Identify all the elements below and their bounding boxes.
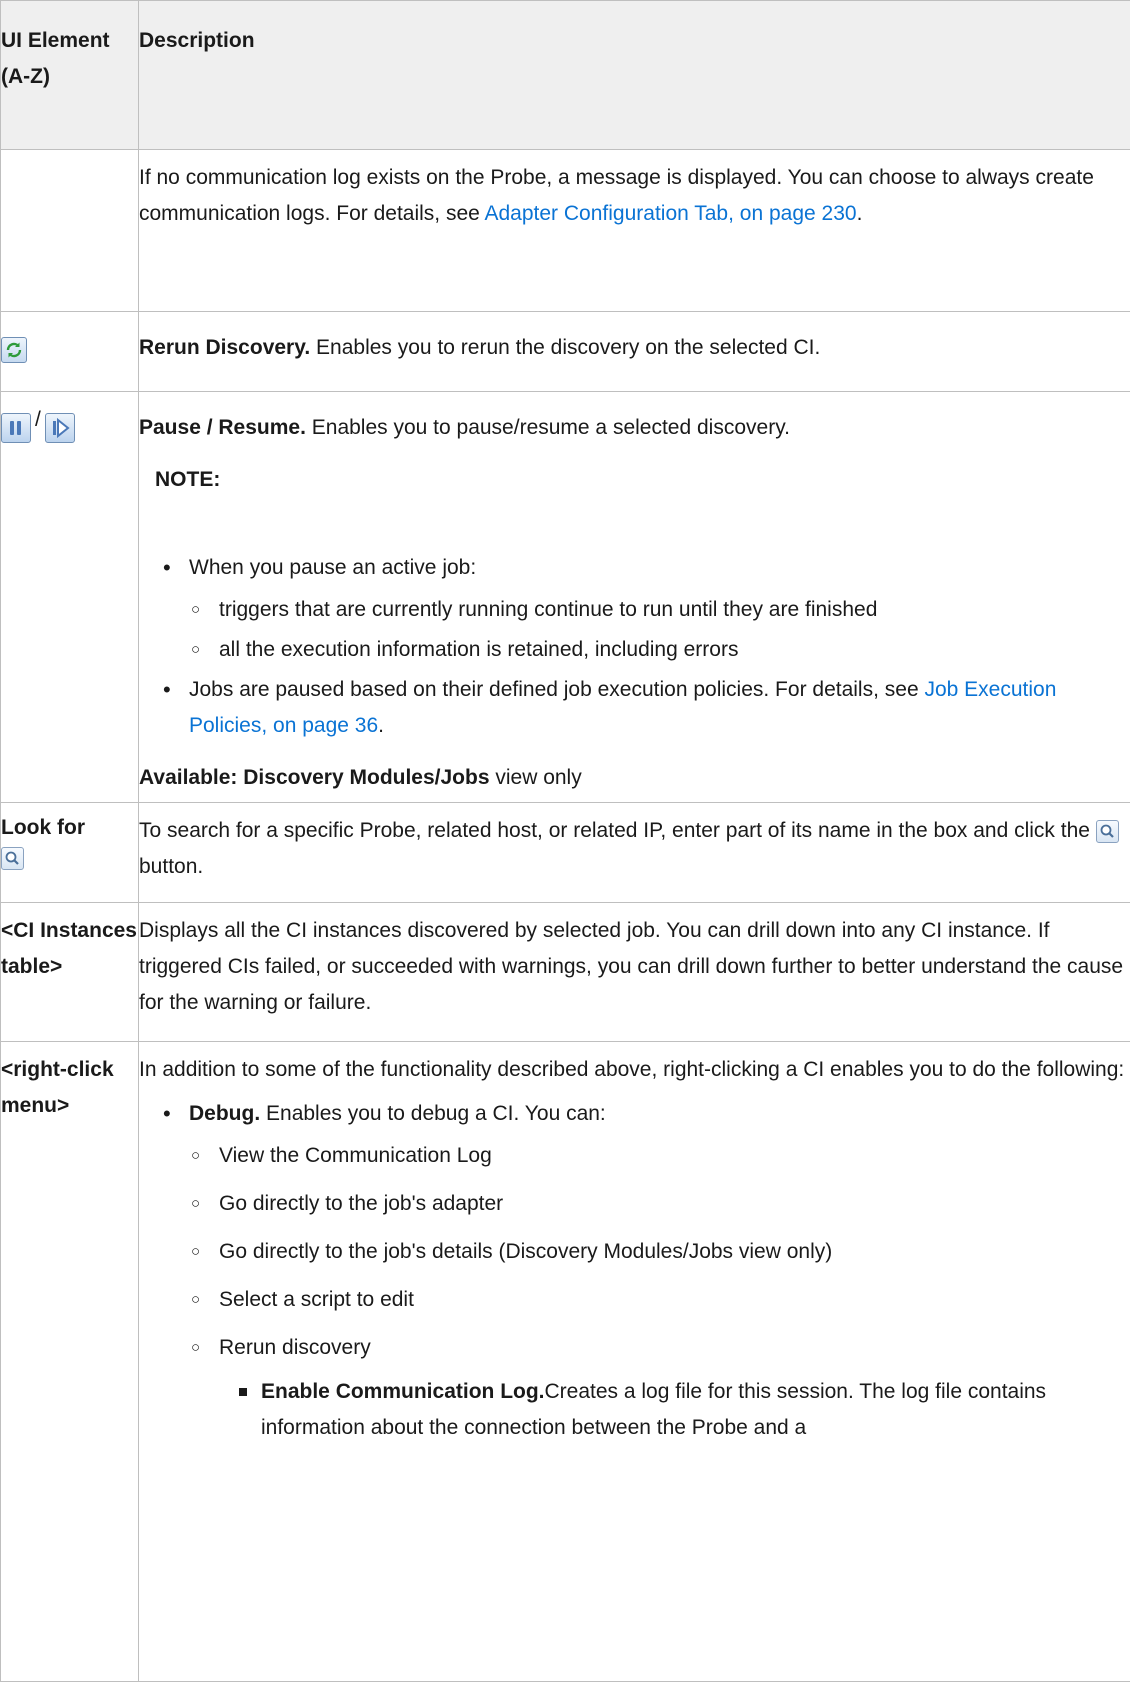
list-item-text: all the execution information is retaine… [219, 638, 738, 661]
search-icon [1, 847, 24, 870]
list-item-text: Go directly to the job's adapter [219, 1192, 503, 1215]
table-row: If no communication log exists on the Pr… [1, 150, 1130, 312]
list-item: triggers that are currently running cont… [189, 592, 1130, 628]
pause-title: Pause / Resume. [139, 416, 306, 439]
list-item: Jobs are paused based on their defined j… [139, 672, 1130, 744]
table-row: Look for To search for a specific Probe,… [1, 803, 1130, 903]
list-item: Go directly to the job's details (Discov… [189, 1234, 1130, 1270]
right-click-menu-label: <right-click menu> [1, 1058, 114, 1117]
pause-icon [1, 413, 31, 443]
rerun-title: Rerun Discovery. [139, 336, 310, 359]
table-row: <right-click menu> In addition to some o… [1, 1042, 1130, 1682]
element-cell: / [1, 392, 139, 803]
description-cell: In addition to some of the functionality… [139, 1042, 1130, 1682]
list-item-text: When you pause an active job: [189, 556, 476, 579]
punctuation: . [378, 714, 384, 737]
look-for-text-end: button. [139, 855, 203, 878]
icon-separator: / [35, 408, 41, 431]
list-item-text: Jobs are paused based on their defined j… [189, 678, 924, 701]
list-item: When you pause an active job: triggers t… [139, 550, 1130, 668]
debug-text: Enables you to debug a CI. You can: [260, 1102, 606, 1125]
element-cell: <right-click menu> [1, 1042, 139, 1682]
description-cell: Rerun Discovery. Enables you to rerun th… [139, 312, 1130, 392]
element-cell [1, 312, 139, 392]
list-item: Go directly to the job's adapter [189, 1186, 1130, 1222]
search-icon [1096, 820, 1119, 843]
note-label: NOTE: [155, 468, 220, 491]
description-cell: Pause / Resume. Enables you to pause/res… [139, 392, 1130, 803]
available-rest: view only [490, 766, 582, 789]
list-item-text: Go directly to the job's details (Discov… [219, 1240, 832, 1263]
rerun-discovery-icon [1, 337, 27, 363]
table-row: / Pause / Resume. Enables you to pause/r… [1, 392, 1130, 803]
rerun-text: Enables you to rerun the discovery on th… [310, 336, 820, 359]
resume-icon [45, 413, 75, 443]
element-cell: <CI Instances table> [1, 903, 139, 1042]
debug-title: Debug. [189, 1102, 260, 1125]
description-cell: If no communication log exists on the Pr… [139, 150, 1130, 312]
table-row: <CI Instances table> Displays all the CI… [1, 903, 1130, 1042]
list-item-text: Rerun discovery [219, 1336, 371, 1359]
look-for-text: To search for a specific Probe, related … [139, 819, 1096, 842]
right-click-list: Debug. Enables you to debug a CI. You ca… [139, 1096, 1130, 1446]
ui-elements-table: UI Element (A-Z) Description If no commu… [0, 0, 1130, 1682]
list-item: Enable Communication Log.Creates a log f… [219, 1374, 1130, 1446]
description-cell: Displays all the CI instances discovered… [139, 903, 1130, 1042]
element-cell: Look for [1, 803, 139, 903]
list-item: Debug. Enables you to debug a CI. You ca… [139, 1096, 1130, 1446]
adapter-configuration-link[interactable]: Adapter Configuration Tab, on page 230 [485, 202, 857, 225]
table-header-row: UI Element (A-Z) Description [1, 1, 1130, 150]
list-item: Select a script to edit [189, 1282, 1130, 1318]
list-item: View the Communication Log [189, 1138, 1130, 1174]
punctuation: . [857, 202, 863, 225]
header-description: Description [139, 1, 1130, 150]
list-item-text: triggers that are currently running cont… [219, 598, 877, 621]
table-row: Rerun Discovery. Enables you to rerun th… [1, 312, 1130, 392]
right-click-intro: In addition to some of the functionality… [139, 1052, 1130, 1088]
look-for-label: Look for [1, 816, 85, 839]
description-cell: To search for a specific Probe, related … [139, 803, 1130, 903]
available-label: Available: Discovery Modules/Jobs [139, 766, 490, 789]
list-item: all the execution information is retaine… [189, 632, 1130, 668]
empty-element-cell [1, 150, 139, 312]
enable-log-title: Enable Communication Log. [261, 1380, 545, 1403]
header-ui-element: UI Element (A-Z) [1, 1, 139, 150]
ci-instances-text: Displays all the CI instances discovered… [139, 919, 1123, 1014]
list-item-text: View the Communication Log [219, 1144, 492, 1167]
ci-instances-label: <CI Instances table> [1, 919, 137, 978]
pause-text: Enables you to pause/resume a selected d… [306, 416, 790, 439]
list-item-text: Select a script to edit [219, 1288, 414, 1311]
pause-notes-list: When you pause an active job: triggers t… [139, 550, 1130, 744]
list-item: Rerun discovery Enable Communication Log… [189, 1330, 1130, 1446]
